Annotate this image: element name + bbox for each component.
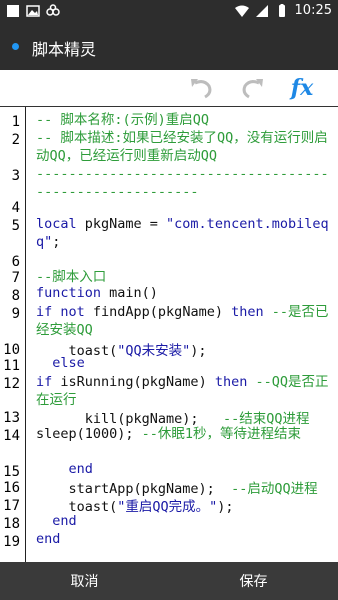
code-token: isRunning(pkgName) [52, 374, 215, 390]
line-number: 2 [11, 132, 20, 148]
bottom-action-bar: 取消 保存 [0, 562, 338, 600]
code-token: local [36, 216, 77, 232]
code-token: end [36, 531, 61, 547]
code-line-2: -- 脚本描述:如果已经安装了QQ，没有运行则启动QQ，已经运行则重新启动QQ [36, 129, 334, 165]
code-line-7: --脚本入口 [36, 265, 106, 285]
code-token: if [36, 374, 53, 390]
status-bar: 10:25 [0, 0, 338, 24]
undo-icon [191, 79, 212, 99]
code-token: -- 脚本描述:如果已经安装了QQ，没有运行则启动QQ，已经运行则重新启动QQ [36, 130, 328, 164]
image-icon [26, 5, 40, 17]
line-number: 5 [11, 218, 20, 234]
code-token: sleep(1000); [36, 426, 142, 442]
code-token: --启动QQ进程 [231, 481, 318, 497]
code-token: then [231, 304, 264, 320]
code-token: -- 脚本名称:(示例)重启QQ [36, 112, 210, 128]
battery-icon [278, 3, 285, 17]
code-token: --休眠1秒，等待进程结束 [141, 426, 302, 442]
code-line-11: else [36, 355, 85, 371]
save-button[interactable]: 保存 [169, 562, 338, 600]
signal-icon [255, 4, 268, 17]
line-number: 15 [3, 464, 20, 480]
line-number: 3 [11, 168, 20, 184]
app-notification-icon [46, 4, 60, 16]
code-token: findApp(pkgName) [84, 304, 232, 320]
code-editor[interactable]: 1 2 3 4 5 6 7 8 9 10 11 12 13 14 15 16 1… [0, 106, 338, 562]
wifi-icon [234, 5, 249, 17]
code-token: if not [36, 304, 85, 320]
cancel-button[interactable]: 取消 [0, 562, 169, 600]
line-number: 14 [3, 428, 20, 444]
page-title: 脚本精灵 [32, 40, 97, 59]
code-line-1: -- 脚本名称:(示例)重启QQ [36, 111, 209, 129]
code-token: ; [52, 234, 61, 250]
redo-button[interactable] [237, 74, 269, 102]
code-token: "重启QQ完成。" [117, 499, 218, 515]
line-number: 8 [11, 288, 20, 304]
line-number: 17 [3, 498, 20, 514]
line-number: 11 [3, 358, 20, 374]
line-number: 9 [11, 306, 20, 322]
line-number: 4 [11, 200, 20, 216]
code-line-9: if not findApp(pkgName) then --是否已经安装QQ [36, 303, 334, 339]
function-fx-icon: fx [290, 75, 314, 101]
code-token: function [36, 285, 102, 301]
line-number-gutter: 1 2 3 4 5 6 7 8 9 10 11 12 13 14 15 16 1… [0, 107, 26, 562]
code-line-8: function main() [36, 285, 158, 301]
code-token: main() [101, 285, 158, 301]
code-token: ); [217, 499, 234, 515]
editor-toolbar: fx [0, 70, 338, 106]
code-line-13: kill(pkgName); --结束QQ进程 [36, 407, 310, 427]
app-dot-icon [12, 43, 19, 50]
line-number: 16 [3, 480, 20, 496]
line-number: 1 [11, 114, 20, 130]
line-number: 12 [3, 376, 20, 392]
line-number: 7 [11, 270, 20, 286]
code-token: pkgName = [76, 216, 167, 232]
status-time: 10:25 [294, 3, 332, 18]
code-line-14: sleep(1000); --休眠1秒，等待进程结束 [36, 425, 301, 443]
code-token: then [214, 374, 248, 390]
code-line-18: end [36, 513, 77, 529]
code-line-3: ----------------------------------------… [36, 165, 334, 201]
app-bar: 脚本精灵 [0, 24, 338, 70]
code-token: --脚本入口 [36, 269, 107, 285]
line-number: 13 [3, 410, 20, 426]
code-line-19: end [36, 531, 60, 547]
code-token: end [36, 513, 77, 529]
code-line-17: toast("重启QQ完成。"); [36, 495, 234, 515]
line-number: 19 [3, 534, 20, 550]
code-token: ); [190, 343, 207, 359]
code-line-16: startApp(pkgName); --启动QQ进程 [36, 477, 318, 497]
code-line-5: local pkgName = "com.tencent.mobileqq"; [36, 215, 334, 251]
code-token: "QQ未安装" [117, 343, 191, 359]
redo-icon [242, 79, 263, 99]
code-token: ----------------------------------------… [36, 166, 329, 200]
line-number: 10 [3, 342, 20, 358]
code-token: end [36, 461, 93, 477]
line-number: 18 [3, 516, 20, 532]
undo-button[interactable] [185, 74, 217, 102]
line-number: 6 [11, 254, 20, 270]
notification-square-icon [7, 5, 19, 17]
code-line-12: if isRunning(pkgName) then --QQ是否正在运行 [36, 373, 334, 409]
function-button[interactable]: fx [286, 74, 318, 102]
code-line-15: end [36, 461, 93, 477]
code-token: else [36, 355, 85, 371]
